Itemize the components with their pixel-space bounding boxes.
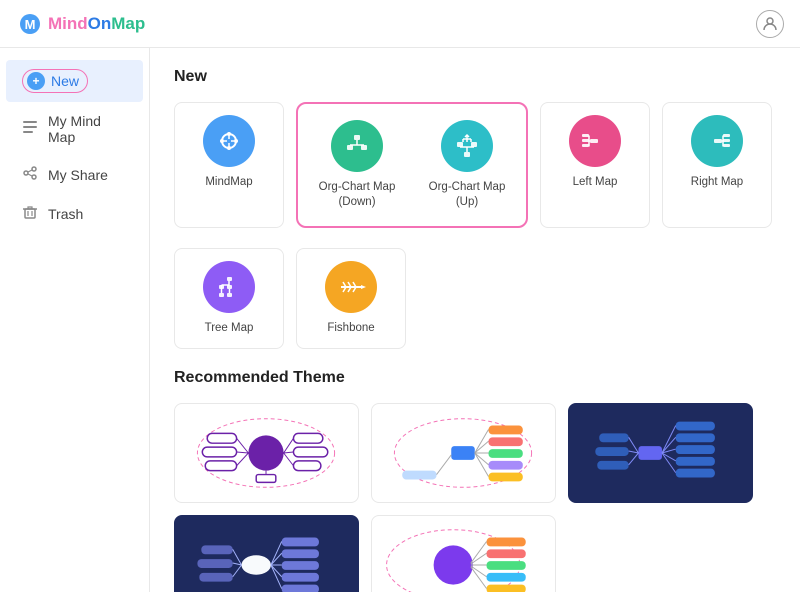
trash-icon: [22, 204, 38, 223]
theme-card-2[interactable]: [371, 403, 556, 503]
recommended-theme-title: Recommended Theme: [174, 369, 776, 387]
new-section-title: New: [174, 68, 776, 86]
sidebar: + New My Mind Map My Share Trash: [0, 48, 150, 592]
org-chart-up-label: Org-Chart Map (Up): [420, 180, 514, 210]
sidebar-new-label: New: [51, 73, 79, 89]
map-card-right-map[interactable]: Right Map: [662, 102, 772, 228]
map-card-org-chart-up[interactable]: Org-Chart Map (Up): [412, 108, 522, 222]
map-card-org-chart-down[interactable]: Org-Chart Map (Down): [302, 108, 412, 222]
left-map-label: Left Map: [573, 175, 618, 190]
right-map-icon: [691, 115, 743, 167]
theme-card-5[interactable]: [371, 515, 556, 592]
new-circle-icon: +: [27, 72, 45, 90]
mindmap-label: MindMap: [205, 175, 252, 190]
user-profile-icon[interactable]: [756, 10, 784, 38]
org-chart-up-icon: [441, 120, 493, 172]
theme-card-4[interactable]: [174, 515, 359, 592]
tree-map-label: Tree Map: [205, 321, 254, 336]
theme-grid: [174, 403, 776, 592]
map-card-tree-map[interactable]: Tree Map: [174, 248, 284, 349]
sidebar-my-mind-map-label: My Mind Map: [48, 113, 127, 145]
tree-map-icon: [203, 261, 255, 313]
sidebar-trash-label: Trash: [48, 206, 83, 222]
map-card-left-map[interactable]: Left Map: [540, 102, 650, 228]
sidebar-item-my-share[interactable]: My Share: [6, 156, 143, 193]
map-card-mindmap[interactable]: MindMap: [174, 102, 284, 228]
right-map-label: Right Map: [691, 175, 743, 190]
map-type-grid: MindMap Org-: [174, 102, 776, 228]
sidebar-my-share-label: My Share: [48, 167, 108, 183]
content-area: New MindMap: [150, 48, 800, 592]
org-chart-down-icon: [331, 120, 383, 172]
fishbone-icon: [325, 261, 377, 313]
header: M MindOnMap: [0, 0, 800, 48]
sidebar-item-my-mind-map[interactable]: My Mind Map: [6, 104, 143, 154]
org-chart-down-label: Org-Chart Map (Down): [310, 180, 404, 210]
left-map-icon: [569, 115, 621, 167]
fishbone-label: Fishbone: [327, 321, 374, 336]
sidebar-item-new[interactable]: + New: [6, 60, 143, 102]
mindmap-icon: [203, 115, 255, 167]
logo-text: MindOnMap: [48, 14, 145, 34]
theme-card-1[interactable]: [174, 403, 359, 503]
map-type-grid-2: Tree Map Fishbone: [174, 248, 776, 349]
logo: M MindOnMap: [16, 13, 145, 35]
svg-text:M: M: [25, 17, 36, 32]
theme-card-3[interactable]: [568, 403, 753, 503]
sidebar-item-trash[interactable]: Trash: [6, 195, 143, 232]
my-mind-map-icon: [22, 119, 38, 139]
logo-icon: M: [16, 13, 44, 35]
main-layout: + New My Mind Map My Share Trash New: [0, 48, 800, 592]
map-card-fishbone[interactable]: Fishbone: [296, 248, 406, 349]
my-share-icon: [22, 165, 38, 184]
selected-group: Org-Chart Map (Down): [296, 102, 528, 228]
